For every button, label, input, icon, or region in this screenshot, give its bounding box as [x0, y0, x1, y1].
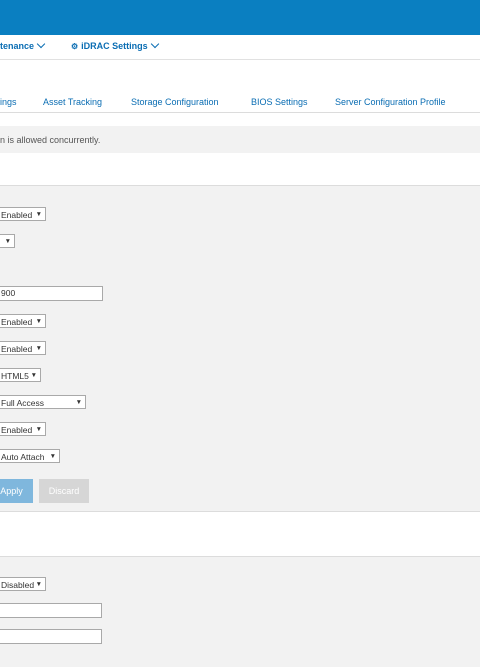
select-value: Disabled	[1, 580, 35, 590]
notice-text: n is allowed concurrently.	[0, 135, 101, 145]
setting-select-1[interactable]: Enabled ▼	[0, 207, 46, 221]
select-value: Enabled	[1, 210, 33, 220]
top-header-bar	[0, 0, 480, 35]
chevron-down-icon	[36, 39, 46, 49]
setting-select-3[interactable]: Enabled ▼	[0, 314, 46, 328]
gear-icon: ⚙	[71, 42, 78, 51]
select-value: Enabled	[1, 425, 33, 435]
tab-storage-configuration[interactable]: Storage Configuration	[131, 97, 219, 107]
setting-text-input[interactable]: 900	[0, 286, 103, 301]
select-value: Full Access	[1, 398, 44, 408]
settings-tabs: ings Asset Tracking Storage Configuratio…	[0, 82, 480, 113]
dropdown-arrow-icon: ▼	[49, 453, 56, 460]
select-value: Enabled	[1, 317, 33, 327]
discard-button[interactable]: Discard	[39, 479, 89, 503]
tab-server-configuration-profile[interactable]: Server Configuration Profile	[335, 97, 446, 107]
setting-text-input-3[interactable]	[0, 629, 102, 644]
tab-bios-settings[interactable]: BIOS Settings	[251, 97, 308, 107]
chevron-down-icon	[150, 39, 159, 49]
nav-maintenance[interactable]: tenance	[0, 39, 46, 51]
setting-select-8[interactable]: Auto Attach ▼	[0, 449, 60, 463]
main-nav: tenance ⚙ iDRAC Settings	[0, 35, 480, 60]
dropdown-arrow-icon: ▼	[30, 372, 37, 379]
setting-select-4[interactable]: Enabled ▼	[0, 341, 46, 355]
tab-settings[interactable]: ings	[0, 97, 17, 107]
dropdown-arrow-icon: ▼	[35, 211, 42, 218]
setting-select-7[interactable]: Enabled ▼	[0, 422, 46, 436]
setting-select-9[interactable]: Disabled ▼	[0, 577, 46, 591]
select-value: Auto Attach	[1, 452, 45, 462]
settings-panel: Enabled ▼ ▼ 900 Enabled ▼ Enabled ▼ HTML5 ▼ …	[0, 185, 480, 512]
settings-panel-2: Disabled ▼	[0, 556, 480, 667]
setting-select-5[interactable]: HTML5 ▼	[0, 368, 41, 382]
nav-maintenance-label: tenance	[0, 41, 35, 51]
select-value: HTML5	[1, 371, 29, 381]
select-value: Enabled	[1, 344, 33, 354]
dropdown-arrow-icon: ▼	[75, 399, 82, 406]
dropdown-arrow-icon: ▼	[35, 581, 42, 588]
dropdown-arrow-icon: ▼	[4, 238, 11, 245]
setting-text-input-2[interactable]	[0, 603, 102, 618]
nav-idrac-settings[interactable]: ⚙ iDRAC Settings	[71, 39, 159, 51]
apply-button[interactable]: Apply	[0, 479, 33, 503]
info-notice: n is allowed concurrently.	[0, 126, 480, 153]
setting-select-6[interactable]: Full Access ▼	[0, 395, 86, 409]
tab-asset-tracking[interactable]: Asset Tracking	[43, 97, 102, 107]
dropdown-arrow-icon: ▼	[35, 345, 42, 352]
dropdown-arrow-icon: ▼	[35, 318, 42, 325]
setting-select-2[interactable]: ▼	[0, 234, 15, 248]
dropdown-arrow-icon: ▼	[35, 426, 42, 433]
nav-idrac-settings-label: iDRAC Settings	[81, 41, 148, 51]
